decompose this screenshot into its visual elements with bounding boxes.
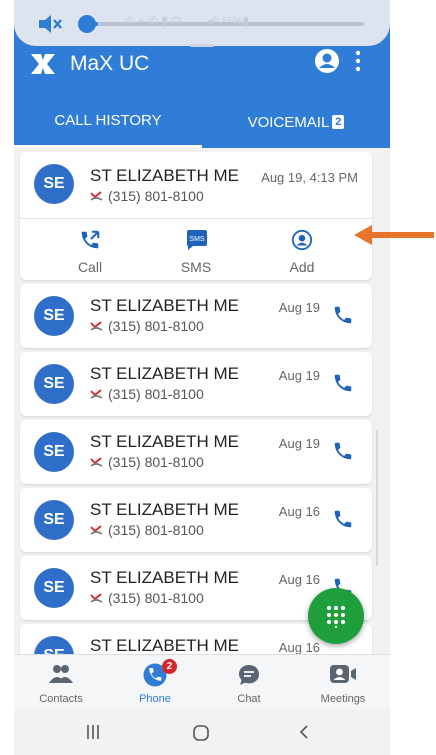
dialpad-icon [326,605,346,628]
phone-screen: MaX UC CALL HISTORY VOICEMAIL 2 ◎ ⌖ ✆ ▮ … [14,0,390,755]
call-entry[interactable]: SE ST ELIZABETH ME (315) 801-8100 Aug 19 [20,352,372,416]
add-contact-label: Add [289,259,315,275]
home-icon[interactable] [192,724,210,742]
call-date: Aug 16 [278,572,320,587]
call-date: Aug 16 [278,504,320,519]
phone-number-text: (315) 801-8100 [108,522,204,538]
tab-voicemail[interactable]: VOICEMAIL 2 [202,96,390,148]
call-date: Aug 19 [278,300,320,315]
more-vert-icon[interactable] [354,48,362,74]
contact-name: ST ELIZABETH ME [90,636,239,654]
missed-call-icon [90,191,103,201]
chat-icon [239,665,259,685]
voicemail-count-badge: 2 [332,115,345,129]
avatar: SE [34,296,74,336]
tab-call-history[interactable]: CALL HISTORY [14,96,202,148]
contact-name: ST ELIZABETH ME [90,296,239,315]
tab-bar: CALL HISTORY VOICEMAIL 2 [14,96,390,148]
add-contact-icon [291,229,313,251]
avatar: SE [34,432,74,472]
contacts-icon [49,665,73,683]
phone-number-text: (315) 801-8100 [108,454,204,470]
phone-call-icon[interactable] [332,440,354,462]
avatar: SE [34,568,74,608]
phone-number: (315) 801-8100 [90,318,204,334]
nav-meetings[interactable]: Meetings [296,655,390,710]
add-contact-button[interactable]: Add [262,219,342,281]
phone-call-icon[interactable] [332,304,354,326]
side-panel-handle[interactable] [376,430,378,566]
back-icon[interactable] [298,724,310,740]
missed-call-icon [90,593,103,603]
phone-number: (315) 801-8100 [90,522,204,538]
sms-button[interactable]: SMS SMS [156,219,236,281]
call-date: Aug 19, 4:13 PM [261,170,358,185]
nav-phone-label: Phone [139,693,171,705]
volume-slider-knob[interactable] [78,15,96,33]
meetings-icon [330,665,356,683]
avatar: SE [34,636,74,654]
phone-number: (315) 801-8100 [90,590,204,606]
volume-mute-icon[interactable] [36,12,64,36]
svg-text:SMS: SMS [189,236,205,243]
nav-phone[interactable]: 2 Phone [108,655,202,710]
phone-number-text: (315) 801-8100 [108,188,204,204]
call-back-icon [81,230,100,249]
missed-call-icon [90,525,103,535]
call-entry[interactable]: SE ST ELIZABETH ME (315) 801-8100 Aug 16 [20,488,372,552]
missed-call-icon [90,389,103,399]
call-entry[interactable]: SE ST ELIZABETH ME (315) 801-8100 Aug 19 [20,284,372,348]
call-history-list[interactable]: SE ST ELIZABETH ME (315) 801-8100 Aug 19… [14,148,390,654]
call-back-label: Call [77,259,103,275]
avatar: SE [34,500,74,540]
avatar: SE [34,364,74,404]
sms-icon: SMS [187,230,207,250]
call-actions: Call SMS SMS Add [20,218,372,280]
avatar: SE [34,164,74,204]
nav-meetings-label: Meetings [320,693,366,705]
contact-name: ST ELIZABETH ME [90,166,239,185]
contact-name: ST ELIZABETH ME [90,432,239,451]
nav-chat[interactable]: Chat [202,655,296,710]
call-date: Aug 19 [278,436,320,451]
phone-missed-badge: 2 [162,659,177,674]
tab-voicemail-label: VOICEMAIL [247,113,330,131]
recents-icon[interactable] [86,724,100,740]
app-logo-icon [31,54,55,74]
call-entry-expanded[interactable]: SE ST ELIZABETH ME (315) 801-8100 Aug 19… [20,152,372,280]
missed-call-icon [90,457,103,467]
phone-call-icon[interactable] [332,508,354,530]
phone-number: (315) 801-8100 [90,188,204,204]
contact-name: ST ELIZABETH ME [90,500,239,519]
dialpad-fab[interactable] [308,588,364,644]
phone-number: (315) 801-8100 [90,386,204,402]
phone-number-text: (315) 801-8100 [108,318,204,334]
nav-chat-label: Chat [237,693,261,705]
system-navigation-bar [14,710,390,755]
volume-panel-handle[interactable] [190,44,214,47]
phone-number-text: (315) 801-8100 [108,590,204,606]
call-entry[interactable]: SE ST ELIZABETH ME (315) 801-8100 Aug 19 [20,420,372,484]
account-icon[interactable] [314,48,340,74]
nav-contacts-label: Contacts [39,693,83,705]
bottom-navigation: Contacts 2 Phone Chat Meetings [14,654,390,710]
call-date: Aug 16 [278,640,320,654]
contact-name: ST ELIZABETH ME [90,568,239,587]
missed-call-icon [90,321,103,331]
call-date: Aug 19 [278,368,320,383]
phone-call-icon[interactable] [332,372,354,394]
annotation-arrow-icon [354,225,434,245]
tab-call-history-label: CALL HISTORY [54,112,162,129]
contact-name: ST ELIZABETH ME [90,364,239,383]
phone-number: (315) 801-8100 [90,454,204,470]
volume-panel: ◎ ⌖ ✆ ▮ ⊡ · · · ◂ⁱˡˡ ⁹⁵%▮ [14,0,390,47]
call-back-button[interactable]: Call [50,219,130,281]
app-title: MaX UC [70,52,150,75]
phone-number-text: (315) 801-8100 [108,386,204,402]
nav-contacts[interactable]: Contacts [14,655,108,710]
sms-label: SMS [180,259,212,275]
status-bar-icons: ◎ ⌖ ✆ ▮ ⊡ · · · ◂ⁱˡˡ ⁹⁵%▮ [124,14,250,28]
